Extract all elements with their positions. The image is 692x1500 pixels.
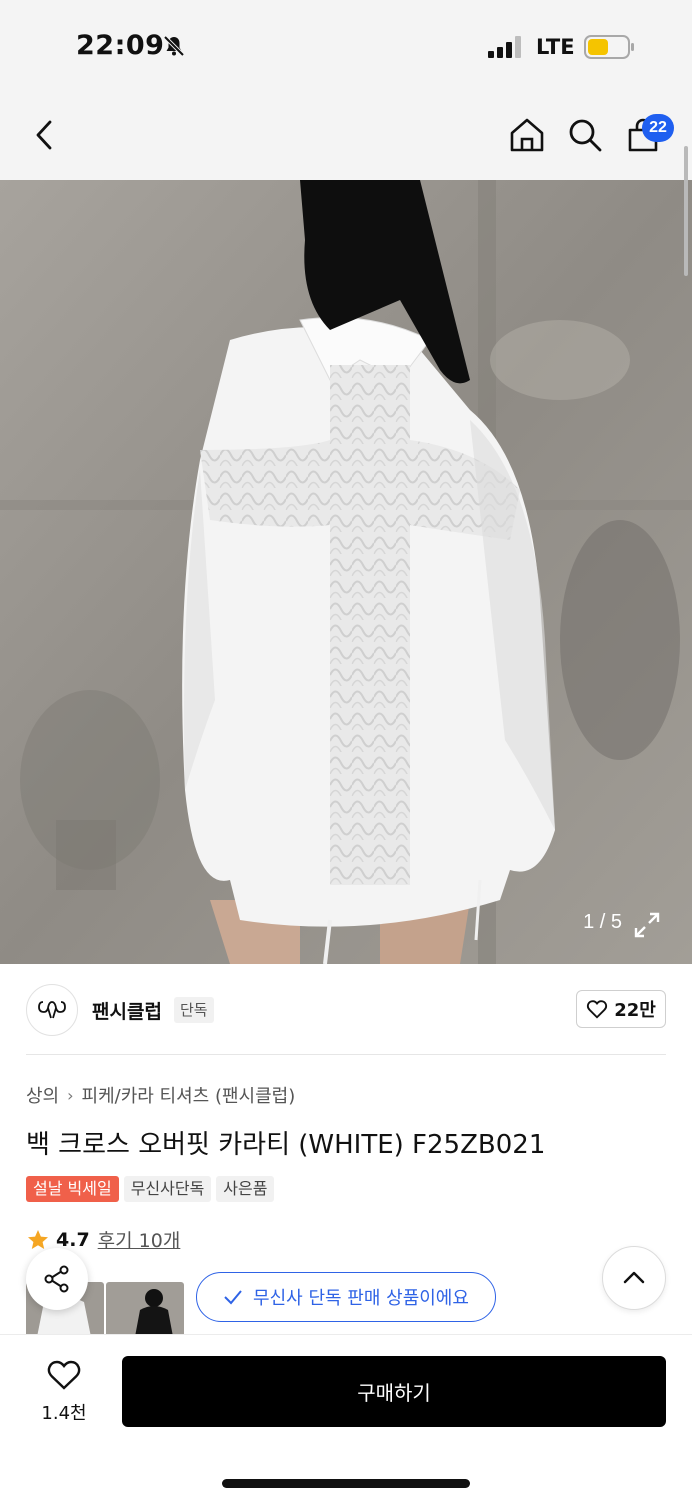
battery-icon: [584, 35, 634, 59]
nav-bar: [0, 96, 692, 180]
image-counter: 1 / 5: [583, 911, 622, 933]
chevron-right-icon: ›: [67, 1085, 74, 1105]
wishlist-count: 1.4천: [41, 1403, 87, 1424]
status-bar: 22:09 LTE: [0, 0, 692, 96]
sale-tag: 설날 빅세일: [26, 1176, 119, 1202]
product-image-carousel[interactable]: 1 / 5: [0, 180, 692, 964]
heart-icon: [587, 1000, 608, 1019]
brand-like-button[interactable]: 22만: [576, 990, 666, 1028]
brand-logo[interactable]: [26, 984, 78, 1036]
scroll-to-top-button[interactable]: [602, 1246, 666, 1310]
brand-like-count: 22만: [614, 1000, 656, 1021]
brand-row[interactable]: 팬시클럽 단독 22만: [26, 984, 666, 1036]
check-icon: [224, 1290, 242, 1305]
bottom-action-bar: 1.4천 구매하기: [0, 1334, 692, 1500]
star-icon: [28, 1229, 48, 1249]
brand-name[interactable]: 팬시클럽: [92, 997, 162, 1024]
product-title: 백 크로스 오버핏 카라티 (WHITE) F25ZB021: [26, 1130, 546, 1160]
home-icon[interactable]: [506, 114, 548, 156]
exclusive-notice-text: 무신사 단독 판매 상품이에요: [253, 1288, 469, 1309]
share-icon: [44, 1265, 69, 1293]
buy-button[interactable]: 구매하기: [122, 1356, 666, 1427]
search-icon[interactable]: [564, 114, 606, 156]
thumbnail-2[interactable]: [106, 1282, 184, 1342]
gift-tag: 사은품: [216, 1176, 275, 1202]
signal-icon: [488, 36, 521, 58]
status-time: 22:09: [76, 30, 165, 61]
brand-exclusive-tag: 단독: [174, 997, 214, 1023]
review-count-link[interactable]: 후기 10개: [98, 1226, 181, 1253]
breadcrumb-category[interactable]: 상의: [26, 1082, 59, 1108]
share-button[interactable]: [26, 1248, 88, 1310]
expand-icon[interactable]: [632, 910, 662, 940]
thumbnail-image: [106, 1282, 184, 1342]
brand-logo-icon: [38, 1001, 66, 1019]
exclusive-notice-pill[interactable]: 무신사 단독 판매 상품이에요: [196, 1272, 496, 1322]
back-icon[interactable]: [24, 114, 66, 156]
chevron-up-icon: [623, 1271, 645, 1284]
product-tags: 설날 빅세일 무신사단독 사은품: [26, 1176, 275, 1202]
breadcrumb: 상의 › 피케/카라 티셔츠 (팬시클럽): [26, 1082, 295, 1108]
scroll-indicator: [684, 146, 688, 276]
network-label: LTE: [536, 35, 575, 59]
cart-count-badge: 22: [642, 114, 674, 142]
divider: [26, 1054, 666, 1055]
bell-muted-icon: [163, 35, 185, 57]
breadcrumb-subcategory[interactable]: 피케/카라 티셔츠 (팬시클럽): [82, 1082, 296, 1108]
wishlist-button[interactable]: 1.4천: [26, 1355, 102, 1435]
exclusive-tag: 무신사단독: [123, 1176, 212, 1202]
product-photo: [0, 180, 692, 964]
rating-value: 4.7: [56, 1228, 90, 1251]
heart-icon: [47, 1360, 81, 1390]
home-indicator: [222, 1479, 470, 1488]
